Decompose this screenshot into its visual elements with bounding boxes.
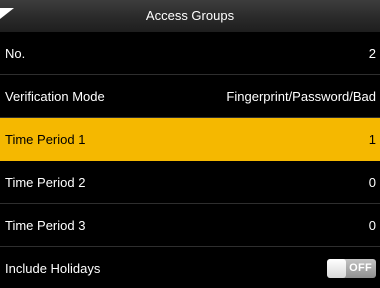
include-holidays-toggle[interactable]: OFF [327,258,376,278]
row-time-period-1-label: Time Period 1 [5,131,86,147]
title-bar: Access Groups [0,0,380,32]
row-verification-mode-value: Fingerprint/Password/Bad [226,88,376,104]
settings-list: No. 2 Verification Mode Fingerprint/Pass… [0,32,380,288]
row-number-label: No. [5,45,26,61]
row-time-period-3-label: Time Period 3 [5,217,86,233]
row-time-period-1-value: 1 [368,131,376,147]
page-title: Access Groups [145,8,235,23]
row-verification-mode-label: Verification Mode [5,88,105,104]
row-time-period-2[interactable]: Time Period 2 0 [0,161,380,204]
row-time-period-1[interactable]: Time Period 1 1 [0,118,380,161]
row-include-holidays-label: Include Holidays [5,260,101,276]
row-number[interactable]: No. 2 [0,32,380,75]
toggle-knob [327,258,346,278]
corner-back-icon[interactable] [0,0,16,19]
row-number-value: 2 [368,45,376,61]
row-verification-mode[interactable]: Verification Mode Fingerprint/Password/B… [0,75,380,118]
row-time-period-3-value: 0 [368,217,376,233]
row-include-holidays[interactable]: Include Holidays OFF [0,247,380,288]
row-time-period-2-value: 0 [368,174,376,190]
row-time-period-3[interactable]: Time Period 3 0 [0,204,380,247]
toggle-state-text: OFF [349,261,372,274]
row-time-period-2-label: Time Period 2 [5,174,86,190]
access-groups-screen: Access Groups No. 2 Verification Mode Fi… [0,0,380,288]
